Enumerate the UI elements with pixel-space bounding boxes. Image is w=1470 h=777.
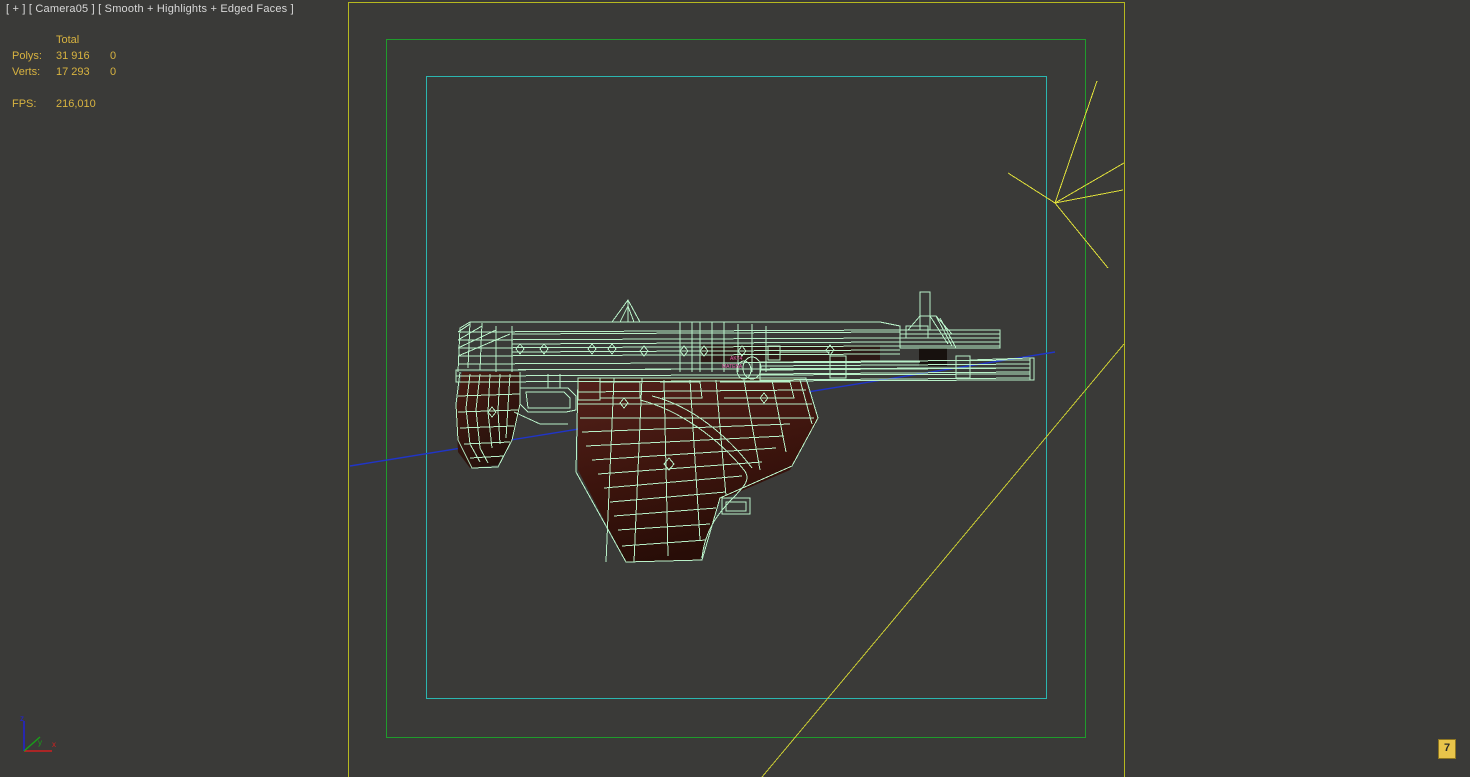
stats-verts-label: Verts: (12, 66, 41, 78)
stats-polys-total: 31 916 (56, 50, 90, 62)
stats-header-row: Total (12, 32, 140, 48)
stats-header-total: Total (56, 34, 80, 46)
stats-header-blank (12, 32, 56, 48)
axis-x-label: x (52, 740, 56, 749)
stats-verts-selected: 0 (110, 66, 117, 78)
stats-fps-value: 216,010 (56, 98, 96, 110)
stats-row-verts: Verts: 17 293 0 (12, 64, 140, 80)
stats-fps-label: FPS: (12, 98, 37, 110)
viewport-canvas[interactable]: [ + ] [ Camera05 ] [ Smooth + Highlights… (0, 0, 1470, 777)
stats-fps-blank (110, 96, 140, 112)
stats-verts-total: 17 293 (56, 66, 90, 78)
stats-polys-label: Polys: (12, 50, 42, 62)
stats-row-polys: Polys: 31 916 0 (12, 48, 140, 64)
viewport-statistics-overlay: Total Polys: 31 916 0 Verts: 17 293 0 FP… (12, 32, 140, 112)
title-safe-frame (426, 76, 1047, 699)
stats-row-fps: FPS: 216,010 (12, 96, 140, 112)
stats-spacer-cell-1 (12, 80, 56, 96)
stats-polys-selected: 0 (110, 50, 117, 62)
stats-spacer-cell-3 (110, 80, 140, 96)
axis-y-label: y (38, 738, 42, 747)
viewport-label[interactable]: [ + ] [ Camera05 ] [ Smooth + Highlights… (6, 3, 294, 16)
frame-number-badge[interactable]: 7 (1438, 739, 1456, 759)
stats-spacer-cell-2 (56, 80, 110, 96)
stats-header-selected (110, 32, 140, 48)
world-axis-tripod: z y x (20, 714, 56, 752)
axis-z-label: z (20, 714, 24, 723)
stats-spacer-row (12, 80, 140, 96)
